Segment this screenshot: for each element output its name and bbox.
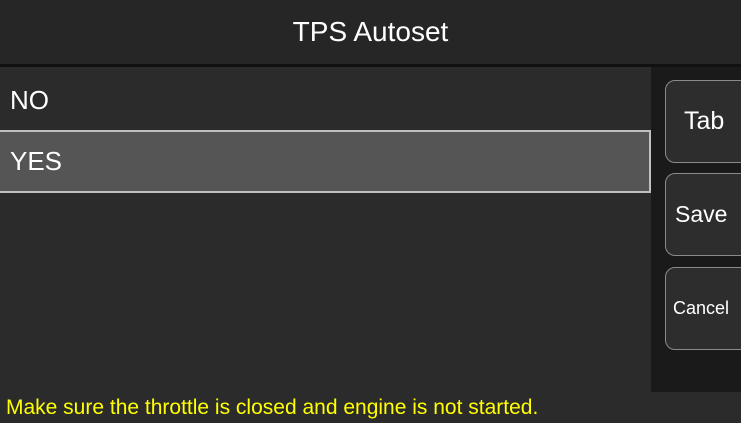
cancel-button[interactable]: Cancel	[665, 267, 741, 350]
list-item-label: YES	[10, 146, 63, 176]
title-bar: TPS Autoset	[0, 0, 741, 64]
status-bar: Make sure the throttle is closed and eng…	[0, 392, 741, 423]
tab-button[interactable]: Tab	[665, 80, 741, 163]
status-message: Make sure the throttle is closed and eng…	[6, 395, 539, 419]
save-button-label: Save	[675, 201, 728, 227]
tab-button-label: Tab	[684, 107, 725, 135]
save-button[interactable]: Save	[665, 173, 741, 256]
action-panel: Tab Save Cancel	[651, 67, 741, 392]
cancel-button-label: Cancel	[673, 298, 730, 318]
page-title: TPS Autoset	[292, 16, 449, 47]
list-item-no[interactable]: NO	[0, 69, 651, 131]
list-item-yes[interactable]: YES	[0, 130, 651, 193]
options-list: NO YES	[0, 67, 651, 392]
list-item-label: NO	[10, 84, 49, 115]
